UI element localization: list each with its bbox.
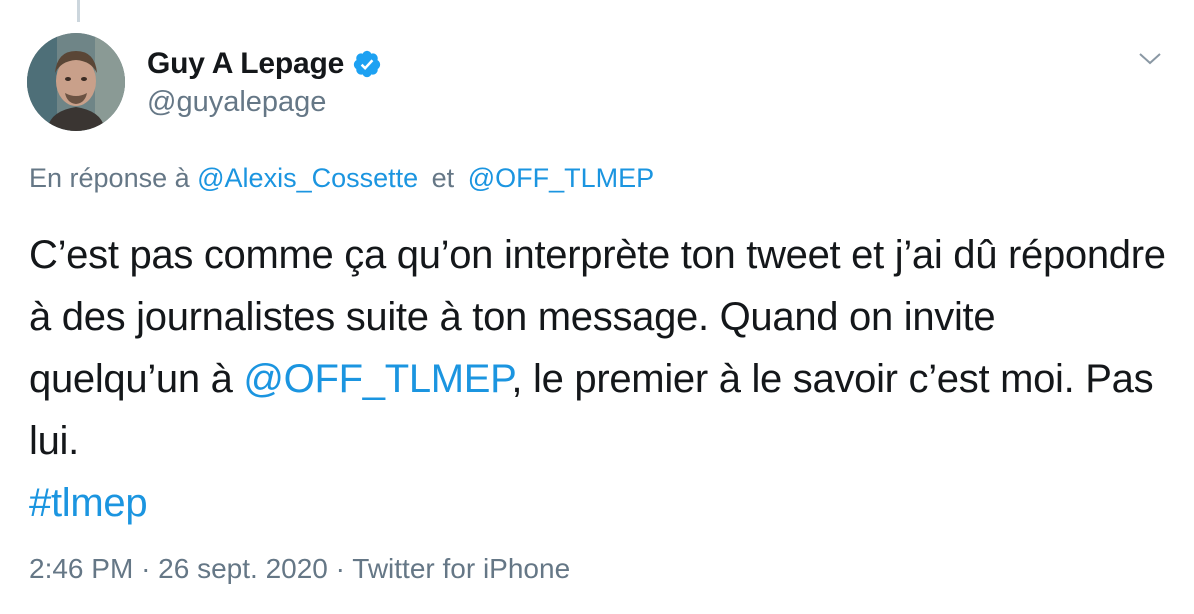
thread-connector-line	[77, 0, 80, 22]
verified-badge-icon	[353, 50, 381, 78]
avatar[interactable]	[27, 33, 125, 131]
tweet-mention-off-tlmep[interactable]: @OFF_TLMEP	[243, 357, 511, 401]
chevron-down-icon[interactable]	[1137, 48, 1163, 68]
meta-separator: ·	[335, 553, 345, 584]
tweet-source[interactable]: Twitter for iPhone	[352, 553, 570, 584]
reply-mention-alexis[interactable]: @Alexis_Cossette	[197, 163, 418, 193]
user-avatar-photo-icon	[27, 33, 125, 131]
reply-connector: et	[431, 163, 455, 193]
author-handle[interactable]: @guyalepage	[147, 86, 326, 119]
hashtag-link[interactable]: #tlmep	[29, 481, 148, 525]
reply-context: En réponse à @Alexis_Cossette et @OFF_TL…	[29, 163, 654, 194]
author-name-row[interactable]: Guy A Lepage	[147, 44, 382, 84]
reply-prefix: En réponse à	[29, 163, 190, 193]
tweet-time[interactable]: 2:46 PM	[29, 553, 133, 584]
reply-mention-off-tlmep[interactable]: @OFF_TLMEP	[468, 163, 654, 193]
tweet-body: C’est pas comme ça qu’on interprète ton …	[29, 224, 1169, 534]
tweet-date[interactable]: 26 sept. 2020	[158, 553, 328, 584]
author-display-name[interactable]: Guy A Lepage	[147, 47, 344, 81]
meta-separator: ·	[141, 553, 151, 584]
tweet-metadata: 2:46 PM · 26 sept. 2020 · Twitter for iP…	[29, 553, 570, 585]
